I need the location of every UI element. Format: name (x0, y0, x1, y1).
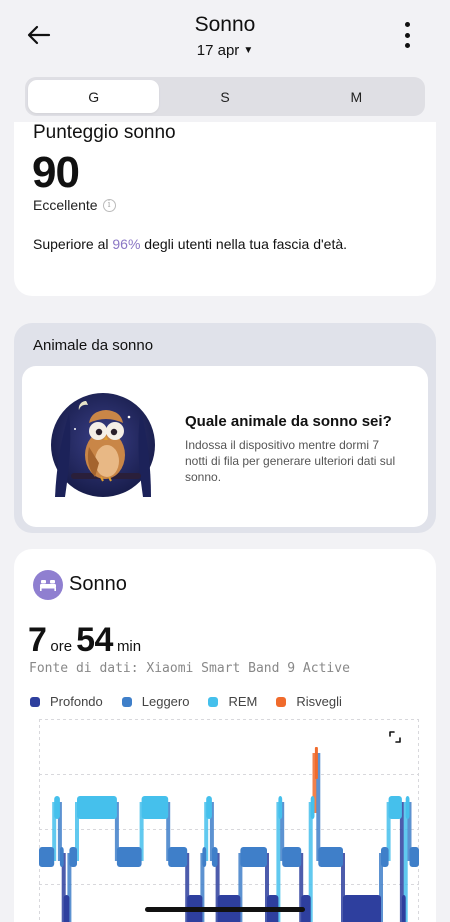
stage-segment-leggero (168, 847, 188, 867)
stage-segment-profondo (401, 895, 406, 922)
expand-icon (389, 731, 401, 743)
chart-legend: Profondo Leggero REM Risvegli (30, 694, 361, 709)
hours-unit: ore (50, 638, 73, 655)
bed-icon (33, 570, 63, 600)
tab-month[interactable]: M (291, 80, 422, 113)
stage-segment-leggero (240, 847, 267, 867)
stage-segment-rem (141, 796, 169, 819)
period-tabs: G S M (25, 77, 425, 116)
sleep-hours: 7 (28, 621, 47, 659)
stage-segment-profondo (343, 895, 381, 922)
sleep-animal-description: Indossa il dispositivo mentre dormi 7 no… (185, 438, 396, 484)
stage-segment-rem (54, 796, 60, 819)
legend-dot (121, 696, 132, 707)
legend-dot (30, 696, 40, 707)
sleep-stages-chart (39, 719, 419, 922)
legend-item-light: Leggero (121, 694, 190, 709)
stage-segment-risvegli (314, 747, 318, 779)
data-source: Fonte di dati: Xiaomi Smart Band 9 Activ… (29, 661, 350, 676)
sleep-animal-header: Animale da sonno (33, 337, 154, 354)
score-value: 90 (32, 148, 80, 197)
stage-segment-leggero (318, 847, 343, 867)
score-rating: Eccellente i (33, 197, 116, 213)
app-header: Sonno 17 apr ▼ (0, 0, 450, 70)
stage-segment-leggero (409, 847, 419, 867)
home-indicator (145, 907, 305, 912)
stage-segment-leggero (381, 847, 389, 867)
more-dot (404, 43, 410, 48)
stage-segment-rem (206, 796, 212, 819)
page-title: Sonno (194, 13, 256, 36)
stage-segment-rem (388, 796, 402, 819)
more-dot (404, 32, 410, 38)
stage-segment-rem (77, 796, 117, 819)
legend-item-deep: Profondo (30, 694, 103, 709)
stage-segment-leggero (69, 847, 77, 867)
more-button[interactable] (402, 22, 412, 48)
sleep-minutes: 54 (76, 621, 113, 659)
info-icon[interactable]: i (102, 198, 116, 212)
stage-segment-profondo (63, 895, 70, 922)
sleep-details-card: Sonno 7 ore 54 min Fonte di dati: Xiaomi Sm… (14, 549, 436, 922)
stage-segment-rem (278, 796, 283, 819)
legend-label: Profondo (50, 694, 103, 709)
sleep-animal-card: Animale da sonno Quale animale da sonno … (14, 323, 436, 533)
stage-segment-leggero (116, 847, 142, 867)
stage-segment-leggero (59, 847, 64, 867)
stage-segment-rem (310, 796, 315, 819)
minutes-unit: min (116, 638, 142, 655)
legend-label: Leggero (141, 694, 190, 709)
tab-week[interactable]: S (159, 80, 290, 113)
legend-item-awake: Risvegli (276, 694, 342, 709)
date-label: 17 apr (196, 42, 240, 59)
compare-suffix: degli utenti nella tua fascia d'età. (140, 236, 348, 252)
caret-down-icon: ▼ (243, 45, 254, 56)
more-vertical-icon (404, 22, 410, 27)
sleep-score-card: Punteggio sonno 90 Eccellente i Superior… (14, 122, 436, 296)
owl-avatar-icon (51, 393, 155, 497)
score-rating-label: Eccellente (33, 197, 98, 213)
date-selector[interactable]: 17 apr ▼ (0, 42, 450, 59)
stage-segment-leggero (39, 847, 55, 867)
sleep-title: Sonno (69, 573, 127, 595)
legend-item-rem: REM (208, 694, 257, 709)
compare-percentage: 96% (112, 236, 141, 252)
sleep-stages-svg (39, 719, 419, 922)
legend-label: Risvegli (296, 694, 342, 709)
stage-segment-leggero (211, 847, 218, 867)
tab-day[interactable]: G (28, 80, 160, 113)
sleep-duration: 7 ore 54 min (28, 621, 145, 660)
sleep-animal-question: Quale animale da sonno sei? (185, 413, 392, 430)
compare-prefix: Superiore al (33, 236, 113, 252)
score-comparison: Superiore al 96% degli utenti nella tua … (33, 236, 347, 252)
legend-dot (276, 696, 287, 707)
legend-label: REM (228, 694, 258, 709)
stage-segment-leggero (282, 847, 302, 867)
bed-glyph (40, 580, 56, 591)
sleep-animal-panel[interactable]: Quale animale da sonno sei? Indossa il d… (22, 366, 428, 527)
stage-segment-leggero (202, 847, 207, 867)
score-title: Punteggio sonno (33, 122, 176, 143)
legend-dot (208, 696, 219, 707)
expand-chart-button[interactable] (385, 727, 405, 747)
stage-segment-rem (405, 796, 410, 819)
